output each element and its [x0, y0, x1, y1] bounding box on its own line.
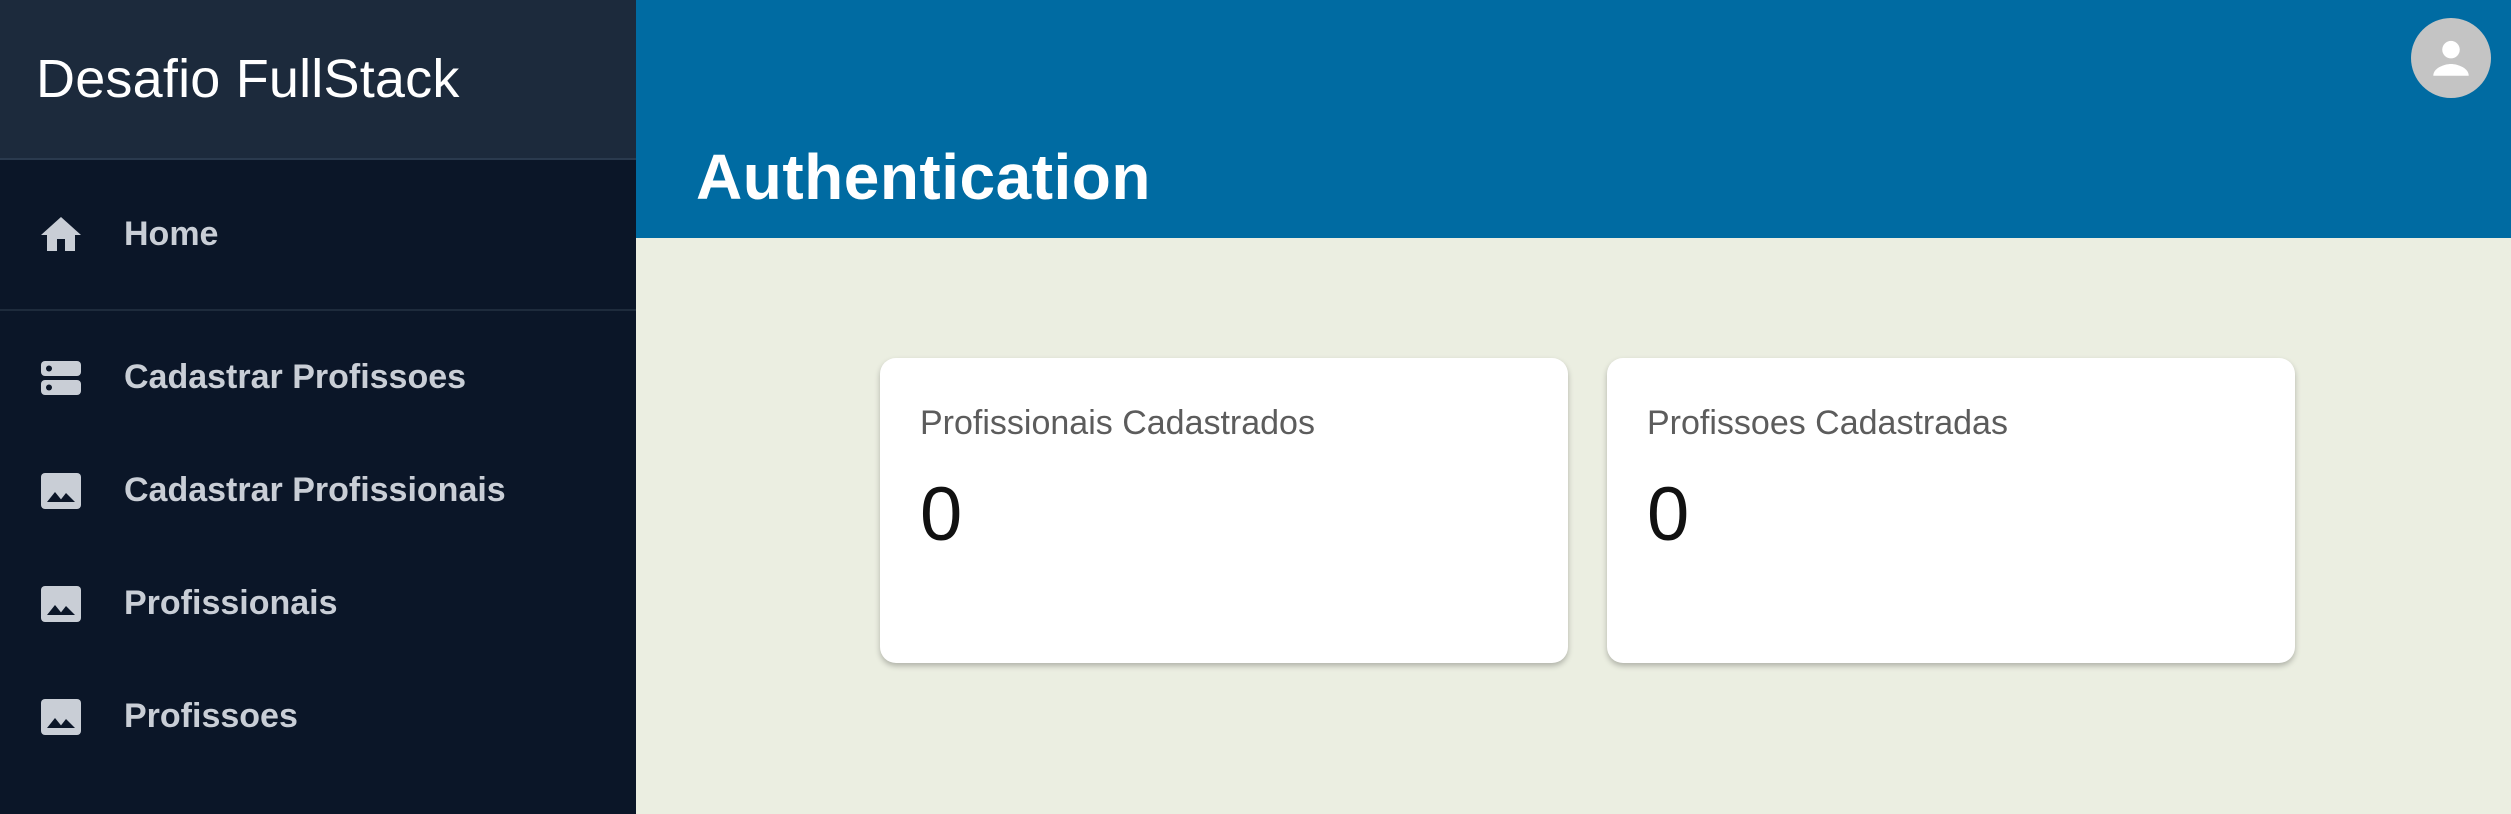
- card-title: Profissionais Cadastrados: [920, 404, 1315, 442]
- image-icon: [36, 466, 86, 516]
- sidebar-item-profissionais[interactable]: Profissionais: [0, 547, 636, 660]
- sidebar-item-profissoes[interactable]: Profissoes: [0, 660, 636, 773]
- avatar-button[interactable]: [2411, 18, 2491, 98]
- sidebar-item-home[interactable]: Home: [0, 160, 636, 311]
- image-icon: [36, 692, 86, 742]
- page-title: Authentication: [696, 141, 1151, 213]
- sidebar-item-label: Cadastrar Profissoes: [124, 358, 467, 396]
- storage-icon: [36, 353, 86, 403]
- image-icon: [36, 579, 86, 629]
- main-content: Profissionais Cadastrados 0 Profissoes C…: [636, 238, 2511, 814]
- card-value: 0: [1647, 472, 1690, 557]
- app-title: Desafio FullStack: [36, 49, 460, 109]
- stat-card-profissionais: Profissionais Cadastrados 0: [880, 358, 1568, 663]
- card-value: 0: [920, 472, 963, 557]
- sidebar-item-label: Profissionais: [124, 584, 338, 622]
- sidebar-item-label: Profissoes: [124, 697, 298, 735]
- app-header: Authentication: [636, 0, 2511, 238]
- stat-card-profissoes: Profissoes Cadastradas 0: [1607, 358, 2295, 663]
- sidebar-item-cadastrar-profissionais[interactable]: Cadastrar Profissionais: [0, 434, 636, 547]
- sidebar: Desafio FullStack Home Cadastrar Profiss…: [0, 0, 636, 814]
- account-icon: [2426, 33, 2476, 83]
- brand-header: Desafio FullStack: [0, 0, 636, 160]
- sidebar-item-label: Cadastrar Profissionais: [124, 471, 506, 509]
- sidebar-item-label: Home: [124, 215, 219, 253]
- card-title: Profissoes Cadastradas: [1647, 404, 2008, 442]
- home-icon: [36, 210, 86, 260]
- sidebar-item-cadastrar-profissoes[interactable]: Cadastrar Profissoes: [0, 321, 636, 434]
